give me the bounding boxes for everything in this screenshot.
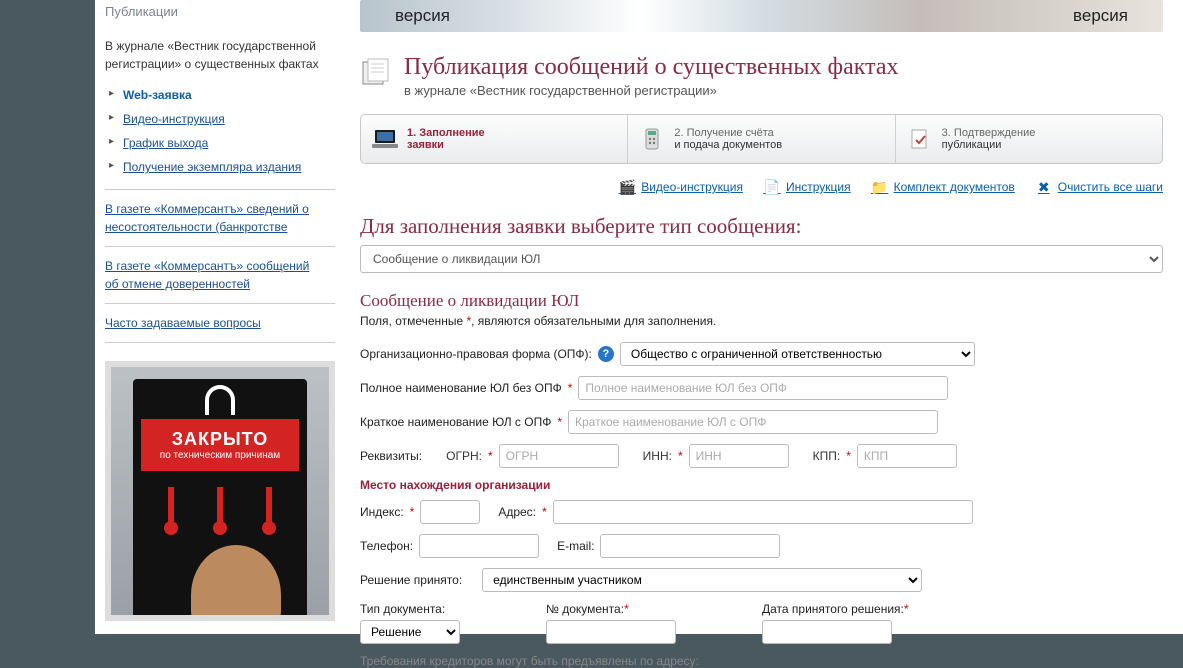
laptop-icon <box>371 128 399 150</box>
link-video-instruction[interactable]: 🎬Видео-инструкция <box>618 178 743 196</box>
film-icon: 🎬 <box>618 178 636 196</box>
sidebar-block-faq[interactable]: Часто задаваемые вопросы <box>105 304 335 343</box>
form-section-title: Сообщение о ликвидации ЮЛ <box>360 291 1163 311</box>
sidebar-item-video[interactable]: Видео-инструкция <box>123 112 225 126</box>
location-heading: Место нахождения организации <box>360 478 1163 492</box>
email-label: E-mail: <box>557 539 594 553</box>
link-document-kit[interactable]: 📁Комплект документов <box>871 178 1015 196</box>
kpp-input[interactable] <box>857 444 957 468</box>
closed-sign: ЗАКРЫТО по техническим причинам <box>141 419 299 471</box>
steps-wizard: 1. Заполнениезаявки 2. Получение счётаи … <box>360 114 1163 164</box>
short-name-label: Краткое наименование ЮЛ с ОПФ <box>360 415 551 429</box>
sidebar-item-issue-copy[interactable]: Получение экземпляра издания <box>123 160 301 174</box>
step-3[interactable]: 3. Подтверждениепубликации <box>896 115 1162 163</box>
tool-links: 🎬Видео-инструкция 📄Инструкция 📁Комплект … <box>360 178 1163 196</box>
clear-icon: ✖ <box>1035 178 1053 196</box>
sidebar-item-schedule[interactable]: График выхода <box>123 136 208 150</box>
sidebar-item-web-zayavka[interactable]: Web-заявка <box>123 88 192 102</box>
doc-type-label: Тип документа: <box>360 602 445 616</box>
help-page-icon: 📄 <box>763 178 781 196</box>
phone-label: Телефон: <box>360 539 413 553</box>
inn-input[interactable] <box>689 444 789 468</box>
kpp-label: КПП: <box>813 449 841 463</box>
phone-input[interactable] <box>419 534 539 558</box>
folder-icon: 📁 <box>871 178 889 196</box>
step-1[interactable]: 1. Заполнениезаявки <box>361 115 628 163</box>
choose-type-heading: Для заполнения заявки выберите тип сообщ… <box>360 214 1163 239</box>
doc-date-input[interactable] <box>762 620 892 644</box>
main-content: версия версия Публикация сообщений о сущ… <box>345 0 1183 634</box>
sidebar-promo-banner: ЗАКРЫТО по техническим причинам <box>105 361 335 621</box>
address-label: Адрес: <box>498 505 536 519</box>
full-name-label: Полное наименование ЮЛ без ОПФ <box>360 381 562 395</box>
full-name-input[interactable] <box>578 376 948 400</box>
ogrn-label: ОГРН: <box>446 449 482 463</box>
rekvizity-label: Реквизиты: <box>360 449 422 463</box>
opf-label: Организационно-правовая форма (ОПФ): <box>360 347 592 361</box>
ogrn-input[interactable] <box>499 444 619 468</box>
page-title: Публикация сообщений о существенных факт… <box>404 54 899 81</box>
inn-label: ИНН: <box>643 449 672 463</box>
link-instruction[interactable]: 📄Инструкция <box>763 178 851 196</box>
opf-select[interactable]: Общество с ограниченной ответственностью <box>620 342 975 366</box>
index-input[interactable] <box>420 500 480 524</box>
document-check-icon <box>906 128 934 150</box>
index-label: Индекс: <box>360 505 404 519</box>
step-2[interactable]: 2. Получение счётаи подача документов <box>628 115 895 163</box>
message-type-select[interactable]: Сообщение о ликвидации ЮЛ <box>360 245 1163 273</box>
doc-num-label: № документа: <box>546 602 624 616</box>
doc-type-select[interactable]: Решение <box>360 620 460 644</box>
sidebar: Публикации В журнале «Вестник государств… <box>95 0 345 634</box>
top-version-banner: версия версия <box>360 0 1163 32</box>
sidebar-block-vestnik: В журнале «Вестник государственной регис… <box>105 27 335 190</box>
sidebar-block-kommersant-bankrupt[interactable]: В газете «Коммерсантъ» сведений о несост… <box>105 190 335 247</box>
sidebar-block-kommersant-proxy[interactable]: В газете «Коммерсантъ» сообщений об отме… <box>105 247 335 304</box>
calculator-icon <box>638 128 666 150</box>
decision-select[interactable]: единственным участником <box>482 568 922 592</box>
short-name-input[interactable] <box>568 410 938 434</box>
sidebar-intro: В журнале «Вестник государственной регис… <box>105 37 335 73</box>
newspaper-icon <box>360 56 392 88</box>
decision-label: Решение принято: <box>360 573 462 587</box>
sidebar-heading: Публикации <box>105 0 335 27</box>
help-icon[interactable]: ? <box>598 346 614 362</box>
doc-date-label: Дата принятого решения: <box>762 602 904 616</box>
doc-num-input[interactable] <box>546 620 676 644</box>
truncated-line: Требования кредиторов могут быть предъяв… <box>360 654 1163 668</box>
page-subtitle: в журнале «Вестник государственной регис… <box>404 83 899 98</box>
email-input[interactable] <box>600 534 780 558</box>
link-clear-steps[interactable]: ✖Очистить все шаги <box>1035 178 1163 196</box>
address-input[interactable] <box>553 500 973 524</box>
required-note: Поля, отмеченные *, являются обязательны… <box>360 314 1163 328</box>
